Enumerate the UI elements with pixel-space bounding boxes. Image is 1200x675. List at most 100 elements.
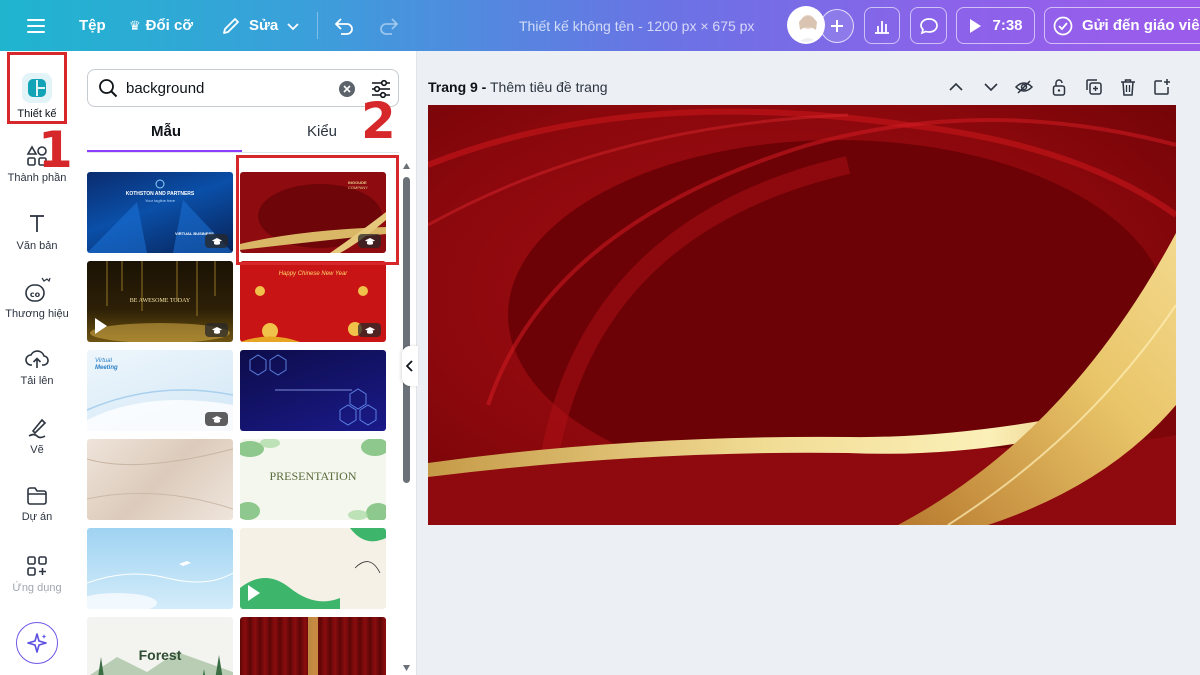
curtain-light	[308, 617, 318, 675]
send-to-teacher-button[interactable]: Gửi đến giáo viên	[1044, 7, 1200, 44]
send-label: Gửi đến giáo viên	[1082, 17, 1200, 34]
template-hexagon[interactable]	[240, 350, 386, 431]
chevron-left-icon	[406, 360, 413, 372]
collapse-panel-button[interactable]	[402, 346, 418, 386]
sidebar-item-uploads[interactable]: Tải lên	[0, 348, 74, 387]
template-heading: BE AWESOME TODAY	[129, 298, 191, 304]
annotation-number-1: 1	[38, 121, 73, 179]
chevron-up-icon	[949, 82, 963, 91]
brand-icon: co	[25, 277, 51, 302]
sidebar-item-draw[interactable]: Vẽ	[0, 417, 74, 456]
sidebar-item-text[interactable]: Văn bản	[0, 213, 74, 252]
resize-button[interactable]: ♛ Đổi cỡ	[129, 0, 193, 51]
clear-search-button[interactable]	[339, 81, 355, 97]
sidebar-item-apps[interactable]: Ứng dụng	[0, 555, 74, 594]
edit-menu[interactable]: Sửa	[221, 0, 300, 51]
template-sky[interactable]	[87, 528, 233, 609]
pencil-icon	[223, 17, 239, 34]
template-heading: Happy Chinese New Year	[278, 271, 348, 277]
design-title[interactable]: Thiết kế không tên - 1200 px × 675 px	[519, 0, 754, 51]
hamburger-icon	[27, 18, 45, 33]
add-collaborator-button[interactable]	[820, 9, 854, 43]
template-curtain[interactable]	[240, 617, 386, 675]
add-page-icon	[1154, 79, 1170, 95]
chart-icon	[875, 20, 889, 34]
graduation-cap-icon	[211, 326, 222, 334]
template-gold-lights[interactable]: BE AWESOME TODAY	[87, 261, 233, 342]
scroll-thumb[interactable]	[403, 177, 410, 483]
present-timer-button[interactable]: 7:38	[956, 7, 1035, 44]
trash-icon	[1121, 79, 1135, 96]
video-play-icon	[95, 318, 107, 334]
menu-button[interactable]	[26, 0, 46, 51]
apps-icon	[27, 556, 47, 576]
page-title-placeholder: Thêm tiêu đề trang	[490, 79, 608, 95]
timer-label: 7:38	[992, 17, 1023, 34]
sidebar-item-projects[interactable]: Dự án	[0, 486, 74, 523]
template-chinese-new-year[interactable]: Happy Chinese New Year	[240, 261, 386, 342]
undo-icon	[334, 17, 353, 35]
sparkle-icon	[27, 633, 47, 653]
template-heading: Forest	[138, 647, 182, 663]
template-heading: KOTHSTON AND PARTNERS	[125, 191, 195, 197]
doodle-art	[240, 528, 386, 609]
delete-page-button[interactable]	[1118, 76, 1138, 98]
move-page-up-button[interactable]	[946, 76, 966, 98]
top-bar: Tệp ♛ Đổi cỡ Sửa Thiết kế không tên - 12…	[0, 0, 1200, 51]
folder-icon	[27, 487, 47, 505]
red-gold-background	[428, 105, 1176, 525]
redo-icon	[380, 17, 399, 35]
panel-scrollbar[interactable]	[403, 163, 410, 671]
close-icon	[343, 85, 351, 93]
sky-art	[87, 561, 233, 609]
annotation-box-1	[7, 52, 67, 124]
move-page-down-button[interactable]	[981, 76, 1001, 98]
tabs-divider	[87, 152, 399, 153]
undo-button[interactable]	[333, 0, 355, 51]
upload-icon	[25, 350, 49, 368]
education-badge	[205, 234, 228, 248]
redo-button[interactable]	[378, 0, 400, 51]
check-circle-icon	[1053, 16, 1073, 35]
tab-styles[interactable]: Kiểu	[307, 123, 337, 140]
sidebar-item-brand[interactable]: co Thương hiệu	[0, 277, 74, 320]
template-presentation[interactable]: PRESENTATION	[240, 439, 386, 520]
template-doodle[interactable]	[240, 528, 386, 609]
comment-icon	[919, 17, 938, 34]
forest-art	[90, 652, 233, 675]
template-blue-business[interactable]: KOTHSTON AND PARTNERS Your tagline here …	[87, 172, 233, 253]
page-title[interactable]: Trang 9 - Thêm tiêu đề trang	[428, 79, 608, 95]
eye-icon	[1015, 80, 1033, 94]
hide-page-button[interactable]	[1014, 76, 1034, 98]
chevron-down-icon	[984, 83, 998, 92]
scroll-up-icon	[403, 163, 410, 169]
chevron-down-icon	[287, 22, 299, 30]
crown-icon: ♛	[129, 17, 141, 33]
insights-button[interactable]	[864, 7, 900, 44]
graduation-cap-icon	[211, 237, 222, 245]
template-forest[interactable]: Forest	[87, 617, 233, 675]
add-page-button[interactable]	[1152, 76, 1172, 98]
design-canvas[interactable]	[428, 105, 1176, 525]
education-badge	[205, 412, 228, 426]
edit-label: Sửa	[249, 17, 279, 34]
hexagon-art	[249, 354, 377, 426]
duplicate-icon	[1086, 79, 1102, 95]
graduation-cap-icon	[211, 415, 222, 423]
file-menu[interactable]: Tệp	[79, 0, 106, 51]
template-virtual-meeting[interactable]: Virtual Meeting	[87, 350, 233, 431]
template-heading: Virtual	[95, 358, 112, 364]
magic-button[interactable]	[16, 622, 58, 664]
active-tab-indicator	[87, 150, 242, 152]
resize-label: Đổi cỡ	[145, 17, 193, 34]
template-heading: PRESENTATION	[269, 469, 357, 483]
search-input[interactable]: background	[87, 69, 399, 107]
comment-button[interactable]	[910, 7, 947, 44]
duplicate-page-button[interactable]	[1084, 76, 1104, 98]
template-marble[interactable]	[87, 439, 233, 520]
tab-templates[interactable]: Mẫu	[151, 123, 181, 140]
plus-icon	[831, 20, 843, 32]
search-value: background	[126, 79, 205, 97]
lock-page-button[interactable]	[1049, 76, 1069, 98]
marble-art	[87, 448, 233, 510]
